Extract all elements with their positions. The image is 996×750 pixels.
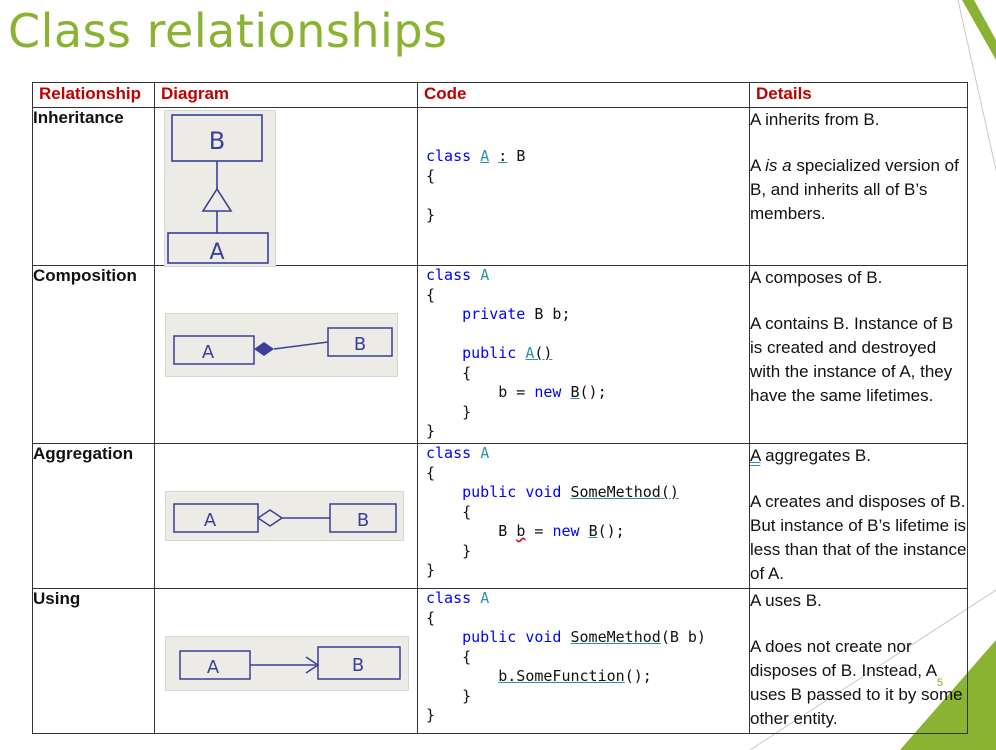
header-details: Details	[749, 82, 968, 108]
table-row: Aggregation A B class A { public void So…	[32, 443, 968, 589]
slide-title: Class relationships	[8, 4, 448, 58]
class-name: A	[480, 147, 490, 165]
code-block-composition: class A { private B b; public A() { b = …	[426, 266, 607, 440]
details-cell: A composes of B. A contains B. Instance …	[749, 265, 968, 444]
code-block-inheritance: class A : B { }	[426, 147, 526, 224]
table-header-row: Relationship Diagram Code Details	[32, 82, 968, 108]
inheritance-sketch: B A	[167, 114, 269, 265]
code-cell: class A : B { }	[417, 107, 750, 266]
inheritance-box-a: A	[209, 240, 224, 265]
svg-text:B: B	[354, 334, 366, 355]
row-name-using: Using	[32, 588, 155, 734]
header-code: Code	[417, 82, 750, 108]
aggregation-sketch: A B	[173, 503, 397, 533]
diagram-cell: A B	[154, 588, 418, 734]
row-name-inheritance: Inheritance	[32, 107, 155, 266]
details-cell: A aggregates B. A creates and disposes o…	[749, 443, 968, 589]
header-relationship: Relationship	[32, 82, 155, 108]
svg-text:A: A	[204, 510, 217, 531]
svg-text:A: A	[207, 657, 220, 678]
details-cell: A inherits from B. A is a specialized ve…	[749, 107, 968, 266]
svg-text:B: B	[352, 655, 364, 676]
relationships-table: Relationship Diagram Code Details Inheri…	[32, 82, 968, 734]
inheritance-diagram-image: B A	[164, 110, 276, 267]
diagram-cell: A B	[154, 265, 418, 444]
table-row: Using A B class A { public void SomeMeth…	[32, 588, 968, 734]
composition-diagram-image: A B	[165, 313, 398, 377]
row-name-composition: Composition	[32, 265, 155, 444]
table-row: Inheritance B A class A : B { } A inheri…	[32, 107, 968, 267]
code-block-using: class A { public void SomeMethod(B b) { …	[426, 589, 706, 724]
code-cell: class A { public void SomeMethod() { B b…	[417, 443, 750, 589]
code-cell: class A { public void SomeMethod(B b) { …	[417, 588, 750, 734]
using-sketch: A B	[179, 646, 401, 680]
table-row: Composition A B class A { private B b; p…	[32, 265, 968, 444]
slide-number: 5	[937, 677, 944, 689]
code-block-aggregation: class A { public void SomeMethod() { B b…	[426, 444, 679, 579]
diagram-cell: A B	[154, 443, 418, 589]
diagram-cell: B A	[154, 107, 418, 267]
header-diagram: Diagram	[154, 82, 418, 108]
code-cell: class A { private B b; public A() { b = …	[417, 265, 750, 444]
svg-text:B: B	[357, 510, 369, 531]
inheritance-box-b: B	[209, 127, 225, 155]
composition-sketch: A B	[173, 327, 393, 365]
details-cell: A uses B. A does not create nor disposes…	[749, 588, 968, 734]
svg-text:A: A	[202, 342, 215, 363]
using-diagram-image: A B	[165, 636, 409, 691]
aggregation-diagram-image: A B	[165, 491, 404, 541]
row-name-aggregation: Aggregation	[32, 443, 155, 589]
